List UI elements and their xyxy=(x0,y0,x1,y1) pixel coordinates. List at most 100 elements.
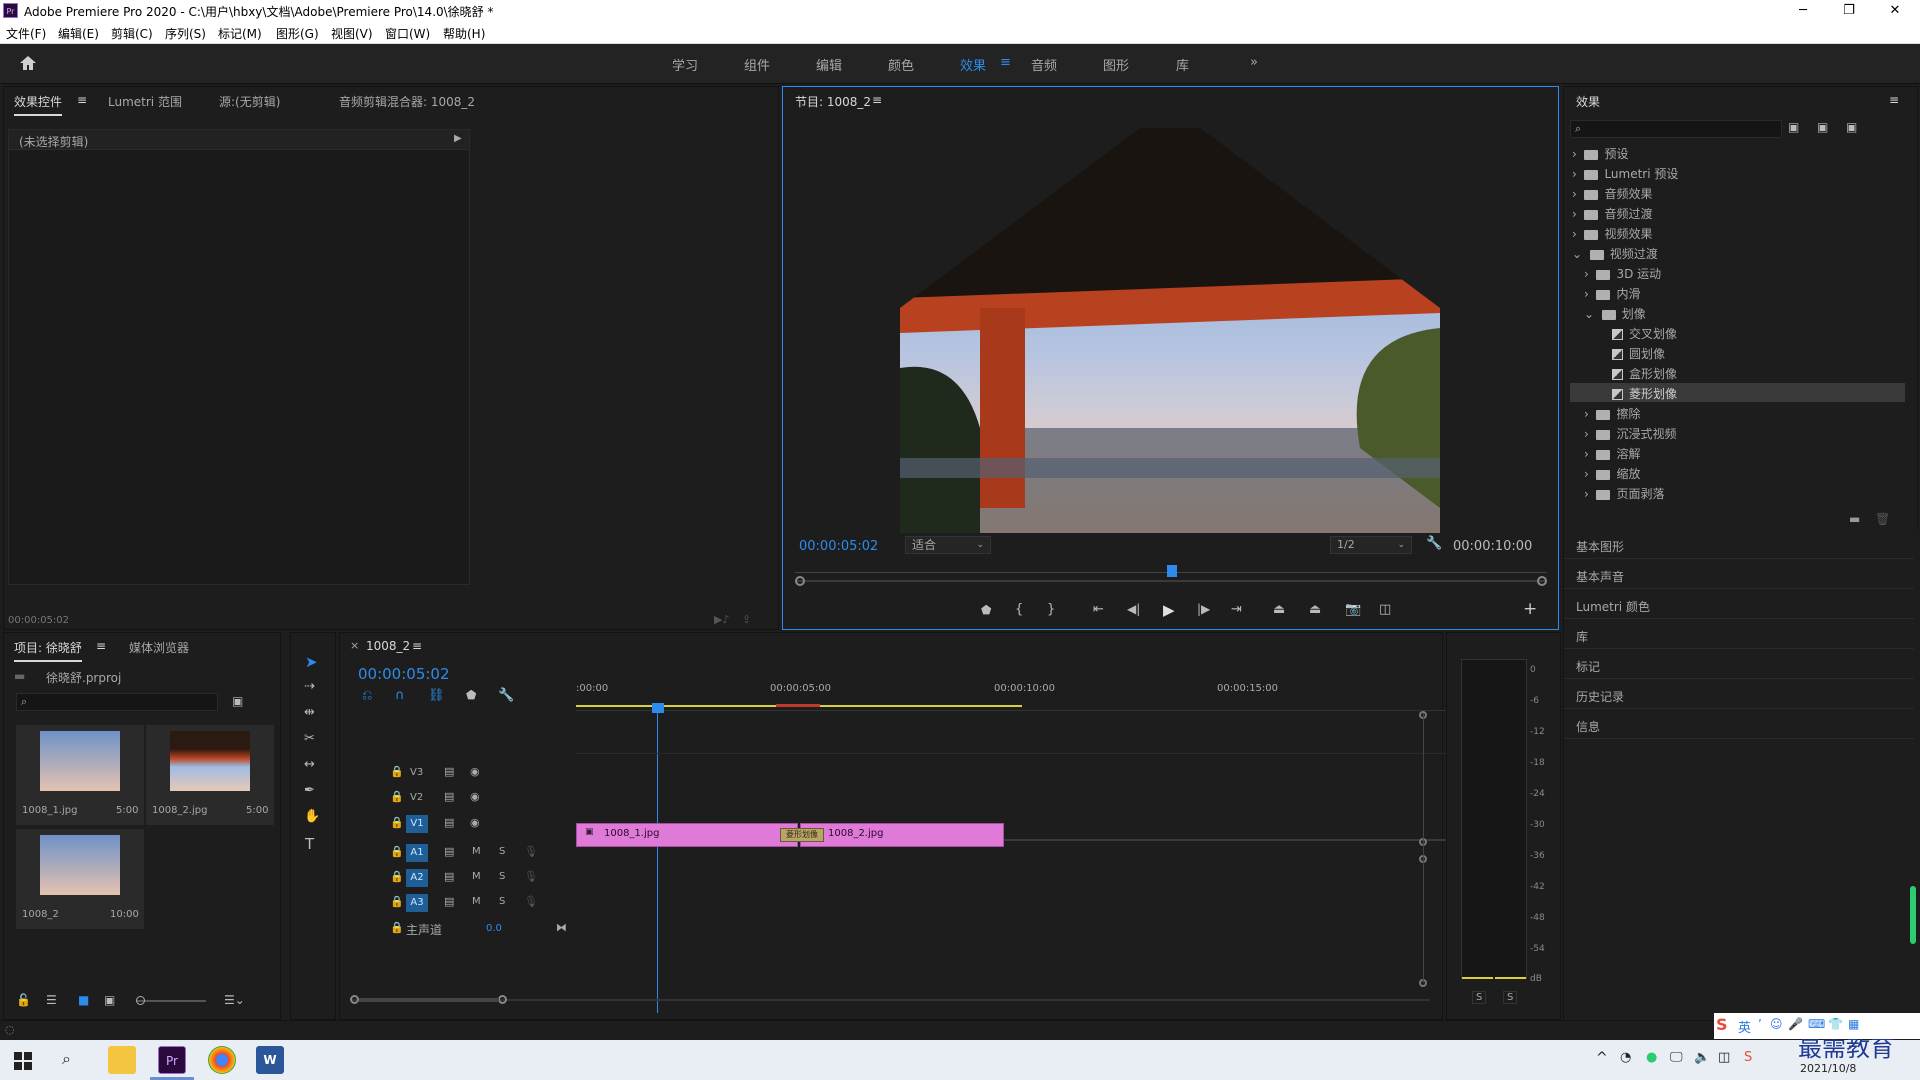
timeline-ruler[interactable]: :00:00 00:00:05:00 00:00:10:00 00:00:15:… xyxy=(576,673,1452,711)
ime-keyboard-icon[interactable]: ⌨ xyxy=(1808,1017,1825,1031)
timeline-timecode[interactable]: 00:00:05:02 xyxy=(358,665,450,683)
menu-sequence[interactable]: 序列(S) xyxy=(165,25,206,42)
snap-icon[interactable]: ∩ xyxy=(395,688,405,703)
word-icon[interactable]: W xyxy=(256,1046,284,1074)
menu-help[interactable]: 帮助(H) xyxy=(443,25,485,42)
zoom-handle-left[interactable] xyxy=(795,576,805,586)
filter-icon[interactable]: ▶♪ xyxy=(714,613,729,626)
resolution-dropdown[interactable]: 1/2 ⌄ xyxy=(1330,536,1412,554)
play-icon[interactable]: ▶ xyxy=(1163,601,1175,619)
zoom-handle-right[interactable] xyxy=(1537,576,1547,586)
lock-icon[interactable]: 🔒 xyxy=(390,895,404,908)
razor-tool-icon[interactable]: ✂ xyxy=(304,731,315,746)
workspace-color[interactable]: 颜色 xyxy=(888,55,914,74)
track-select-tool-icon[interactable]: ⇢ xyxy=(304,679,315,694)
program-playhead[interactable] xyxy=(1167,565,1177,577)
eye-icon[interactable]: ◉ xyxy=(470,765,480,778)
lock-icon[interactable]: 🔒 xyxy=(390,845,404,858)
tree-item-iris[interactable]: ⌄ 划像 xyxy=(1584,305,1646,322)
pen-tool-icon[interactable]: ✒ xyxy=(304,783,315,798)
lock-icon[interactable]: 🔒 xyxy=(390,870,404,883)
lock-icon[interactable]: 🔒 xyxy=(390,790,404,803)
horizontal-scrollbar[interactable] xyxy=(350,999,1430,1001)
mute-button[interactable]: M xyxy=(472,896,481,907)
find-icon[interactable]: ▣ xyxy=(232,694,243,708)
sort-icon[interactable]: ☰⌄ xyxy=(224,993,245,1007)
zoom-slider[interactable] xyxy=(136,1000,206,1002)
chrome-icon[interactable] xyxy=(208,1046,236,1074)
expand-icon[interactable]: ▶ xyxy=(454,133,462,144)
tree-item-iris-diamond[interactable]: 菱形划像 xyxy=(1612,385,1677,402)
new-bin-icon[interactable]: ▬ xyxy=(1849,512,1860,526)
home-icon[interactable] xyxy=(18,54,38,72)
sogou-ime-icon[interactable]: S xyxy=(1716,1015,1728,1034)
timeline-playhead-head[interactable] xyxy=(652,703,664,713)
sync-lock-icon[interactable]: ▤ xyxy=(444,845,454,858)
panel-essential-graphics[interactable]: 基本图形 xyxy=(1576,538,1624,555)
tab-project[interactable]: 项目: 徐晓舒 xyxy=(14,639,82,662)
ime-menu-icon[interactable]: ▦ xyxy=(1848,1017,1859,1031)
tray-icon[interactable]: ● xyxy=(1646,1050,1657,1065)
add-button-icon[interactable]: + xyxy=(1523,599,1537,619)
tree-item-video-effects[interactable]: › 视频效果 xyxy=(1572,225,1652,242)
ime-punct-icon[interactable]: ’ xyxy=(1758,1017,1762,1031)
workspace-effects[interactable]: 效果 xyxy=(960,55,986,74)
tree-item-audio-effects[interactable]: › 音频效果 xyxy=(1572,185,1652,202)
search-icon[interactable]: ⌕ xyxy=(62,1049,71,1069)
track-label[interactable]: V3 xyxy=(410,767,423,778)
clip-1008-1[interactable]: ▣ 1008_1.jpg xyxy=(576,823,798,847)
slip-tool-icon[interactable]: ↔ xyxy=(304,757,315,772)
panel-lumetri-color[interactable]: Lumetri 颜色 xyxy=(1576,598,1650,615)
panel-markers[interactable]: 标记 xyxy=(1576,658,1600,675)
workspace-menu-icon[interactable]: ≡ xyxy=(1000,55,1011,70)
program-menu-icon[interactable]: ≡ xyxy=(872,93,882,107)
ime-mic-icon[interactable]: 🎤 xyxy=(1788,1017,1803,1031)
step-back-icon[interactable]: ◀| xyxy=(1127,602,1140,616)
meter-solo-right[interactable]: S xyxy=(1503,991,1518,1004)
project-item[interactable]: 1008_2 10:00 xyxy=(16,829,144,929)
meter-solo-left[interactable]: S xyxy=(1472,991,1487,1004)
ime-skin-icon[interactable]: 👕 xyxy=(1828,1017,1843,1031)
tree-item-iris-box[interactable]: 盒形划像 xyxy=(1612,365,1677,382)
transition-diamond-iris[interactable]: 菱形划像 xyxy=(780,828,824,842)
track-label[interactable]: V1 xyxy=(406,815,428,833)
fit-dropdown[interactable]: 适合 ⌄ xyxy=(905,536,991,554)
tab-lumetri-scopes[interactable]: Lumetri 范围 xyxy=(108,93,182,110)
vertical-scrollbar[interactable] xyxy=(1423,713,1424,983)
more-workspaces-icon[interactable]: » xyxy=(1250,55,1258,70)
premiere-taskbar-icon[interactable]: Pr xyxy=(158,1046,186,1074)
compare-icon[interactable]: ◫ xyxy=(1379,602,1391,617)
solo-button[interactable]: S xyxy=(499,871,505,882)
microphone-icon[interactable]: 🎙 xyxy=(524,870,538,883)
sync-lock-icon[interactable]: ▤ xyxy=(444,816,454,829)
master-volume-value[interactable]: 0.0 xyxy=(486,923,502,934)
h-scroll-handle-right[interactable] xyxy=(498,995,507,1004)
add-marker-icon[interactable]: ⬟ xyxy=(981,603,991,617)
tray-icon[interactable]: ◔ xyxy=(1620,1050,1631,1065)
tree-item-dissolve[interactable]: › 溶解 xyxy=(1584,445,1640,462)
accelerated-effects-icon[interactable]: ▣ xyxy=(1788,120,1799,134)
lock-icon[interactable]: 🔓 xyxy=(16,993,31,1007)
tree-item-iris-round[interactable]: 圆划像 xyxy=(1612,345,1665,362)
panel-info[interactable]: 信息 xyxy=(1576,718,1600,735)
restore-icon[interactable]: ❐ xyxy=(1826,0,1872,22)
project-item[interactable]: 1008_2.jpg 5:00 xyxy=(146,725,274,825)
timeline-settings-icon[interactable]: 🔧 xyxy=(498,688,514,703)
effects-menu-icon[interactable]: ≡ xyxy=(1889,93,1899,107)
lock-icon[interactable]: 🔒 xyxy=(390,816,404,829)
workspace-assembly[interactable]: 组件 xyxy=(744,55,770,74)
h-scroll-handle-left[interactable] xyxy=(350,995,359,1004)
icon-view-icon[interactable]: ■ xyxy=(78,993,89,1007)
tree-item-wipe[interactable]: › 擦除 xyxy=(1584,405,1640,422)
tray-expand-icon[interactable]: ^ xyxy=(1596,1050,1608,1066)
hand-tool-icon[interactable]: ✋ xyxy=(304,809,320,824)
sogou-icon[interactable]: S xyxy=(1744,1050,1752,1065)
zoom-slider-handle[interactable] xyxy=(136,996,145,1005)
tab-source[interactable]: 源:(无剪辑) xyxy=(219,93,280,110)
workspace-audio[interactable]: 音频 xyxy=(1031,55,1057,74)
add-marker-icon[interactable]: ⬟ xyxy=(466,688,476,702)
close-icon[interactable]: ✕ xyxy=(1872,0,1918,22)
timeline-menu-icon[interactable]: ≡ xyxy=(412,639,422,653)
track-label[interactable]: A2 xyxy=(406,869,428,887)
panel-menu-icon[interactable]: ≡ xyxy=(77,93,87,107)
